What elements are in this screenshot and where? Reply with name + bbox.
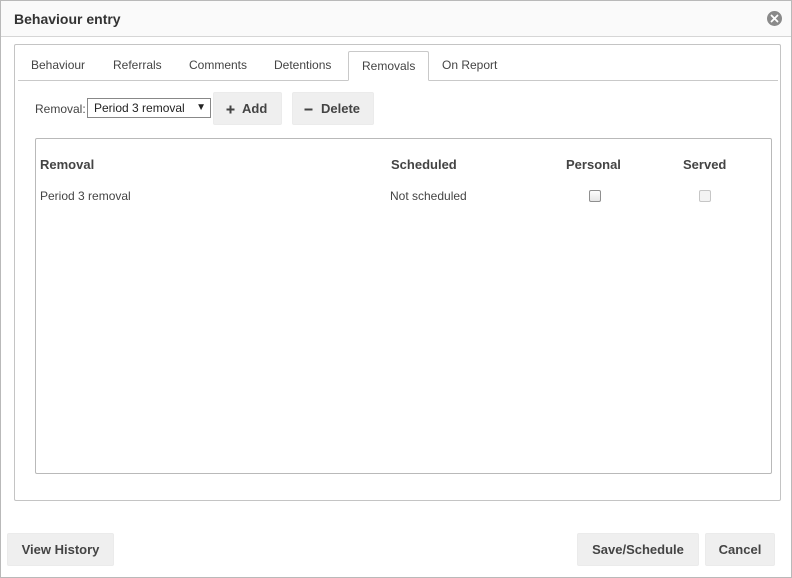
close-icon [770,14,779,23]
save-schedule-button[interactable]: Save/Schedule [577,533,699,566]
tab-bar: Behaviour Referrals Comments Detentions … [18,51,778,81]
tab-removals[interactable]: Removals [348,51,430,81]
served-checkbox [699,190,711,202]
behaviour-entry-dialog: Behaviour entry Behaviour Referrals Comm… [0,0,792,578]
row-removal-cell[interactable]: Period 3 removal [40,189,131,203]
caret-down-icon: ▼ [196,102,206,113]
removal-select[interactable]: Period 3 removal ▼ [87,98,211,118]
tab-on-report[interactable]: On Report [429,51,510,80]
column-header-served[interactable]: Served [683,157,726,172]
column-header-removal[interactable]: Removal [40,157,94,172]
add-button[interactable]: Add [213,92,282,125]
tab-comments[interactable]: Comments [176,51,260,80]
entry-panel: Behaviour Referrals Comments Detentions … [14,44,781,501]
add-button-label: Add [242,101,268,116]
row-scheduled-cell: Not scheduled [390,189,467,203]
personal-checkbox[interactable] [589,190,601,202]
removal-select-value: Period 3 removal [94,101,185,115]
tab-detentions[interactable]: Detentions [261,51,344,80]
plus-icon [226,105,235,114]
delete-button[interactable]: Delete [292,92,374,125]
column-header-personal[interactable]: Personal [566,157,621,172]
delete-button-label: Delete [321,101,361,116]
close-button[interactable] [767,11,782,26]
tab-referrals[interactable]: Referrals [100,51,175,80]
view-history-button[interactable]: View History [7,533,114,566]
cancel-button[interactable]: Cancel [705,533,775,566]
minus-icon [304,108,313,111]
tab-behaviour[interactable]: Behaviour [18,51,98,80]
removal-label: Removal: [35,102,86,116]
dialog-titlebar: Behaviour entry [1,1,791,37]
dialog-title: Behaviour entry [14,11,121,27]
column-header-scheduled[interactable]: Scheduled [391,157,457,172]
removals-table: Removal Scheduled Personal Served Period… [35,138,772,474]
